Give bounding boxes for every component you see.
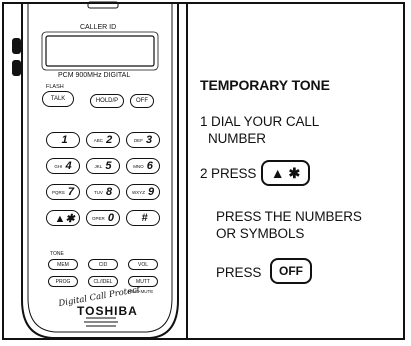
keypad-key-letters: MNO [133, 163, 144, 169]
keypad-key[interactable]: PQRS 7 [46, 184, 80, 200]
talk-button[interactable]: TALK [42, 91, 74, 107]
step1-line1: 1 DIAL YOUR CALL [200, 114, 320, 129]
keypad-key-number: 6 [146, 160, 153, 172]
keypad-key-letters: DEF [133, 137, 143, 143]
keypad-key[interactable]: TUV 8 [86, 184, 120, 200]
lcd-display [45, 35, 155, 67]
keypad-key-letters: TUV [93, 189, 103, 195]
press-label: PRESS [216, 265, 262, 280]
tone-key-icon: ▲ ✱ [261, 160, 310, 186]
caller-id-label: CALLER ID [80, 24, 117, 31]
keypad-key-number: ▲✱ [54, 212, 75, 225]
keypad-key[interactable]: MNO 6 [126, 158, 160, 174]
model-label: PCM 900MHz DIGITAL [58, 72, 131, 79]
off-button[interactable]: OFF [130, 94, 154, 108]
clidel-button[interactable]: CL/IDEL [88, 276, 118, 287]
hold-button[interactable]: HOLD/P [90, 94, 124, 108]
keypad-key[interactable]: 1 [46, 132, 80, 148]
step2-label: 2 PRESS [200, 166, 257, 181]
keypad-key[interactable]: GHI 4 [46, 158, 80, 174]
instructions-panel: TEMPORARY TONE 1 DIAL YOUR CALL NUMBER 2… [188, 2, 403, 340]
keypad-key-number: 0 [107, 212, 114, 224]
keypad-key[interactable]: JKL 5 [86, 158, 120, 174]
keypad-key-letters: JKL [94, 163, 103, 169]
keypad-key-number: 9 [147, 186, 155, 198]
vol-button[interactable]: VOL [128, 259, 158, 270]
brand-logo: TOSHIBA [77, 304, 138, 318]
instructions-title: TEMPORARY TONE [200, 77, 330, 93]
keypad-key-number: 7 [67, 186, 74, 198]
flash-label: FLASH [46, 84, 64, 90]
keypad-key[interactable]: ▲✱ [46, 210, 80, 226]
keypad-key[interactable]: OPER 0 [86, 210, 120, 226]
tone-label: TONE [50, 251, 64, 257]
keypad-key-number: 4 [65, 160, 72, 172]
side-button-lower [12, 60, 21, 76]
keypad-key-number: 3 [145, 134, 153, 146]
cid-button[interactable]: CID [88, 259, 118, 270]
off-key-icon: OFF [270, 258, 312, 284]
keypad-key-number: # [141, 212, 148, 224]
note-line2: OR SYMBOLS [216, 226, 305, 241]
keypad-key-letters: GHI [54, 163, 63, 169]
keypad-key-letters: PQRS [52, 189, 65, 195]
mem-button[interactable]: MEM [48, 259, 78, 270]
step1-line2: NUMBER [208, 131, 266, 146]
keypad-key-letters: ABC [93, 137, 104, 143]
keypad-key-number: 5 [105, 160, 112, 172]
keypad-key-number: 8 [105, 186, 113, 198]
note-line1: PRESS THE NUMBERS [216, 209, 362, 224]
keypad-key[interactable]: # [126, 210, 160, 226]
keypad-key-letters: WXYZ [131, 189, 145, 195]
keypad-key[interactable]: DEF 3 [126, 132, 160, 148]
prog-button[interactable]: PROG [48, 276, 78, 287]
keypad-key-number: 1 [61, 134, 68, 146]
keypad-key[interactable]: WXYZ 9 [126, 184, 160, 200]
side-button-upper [12, 38, 21, 54]
keypad-key[interactable]: ABC 2 [86, 132, 120, 148]
keypad-key-letters: OPER [92, 215, 105, 221]
keypad-key-number: 2 [106, 134, 113, 146]
